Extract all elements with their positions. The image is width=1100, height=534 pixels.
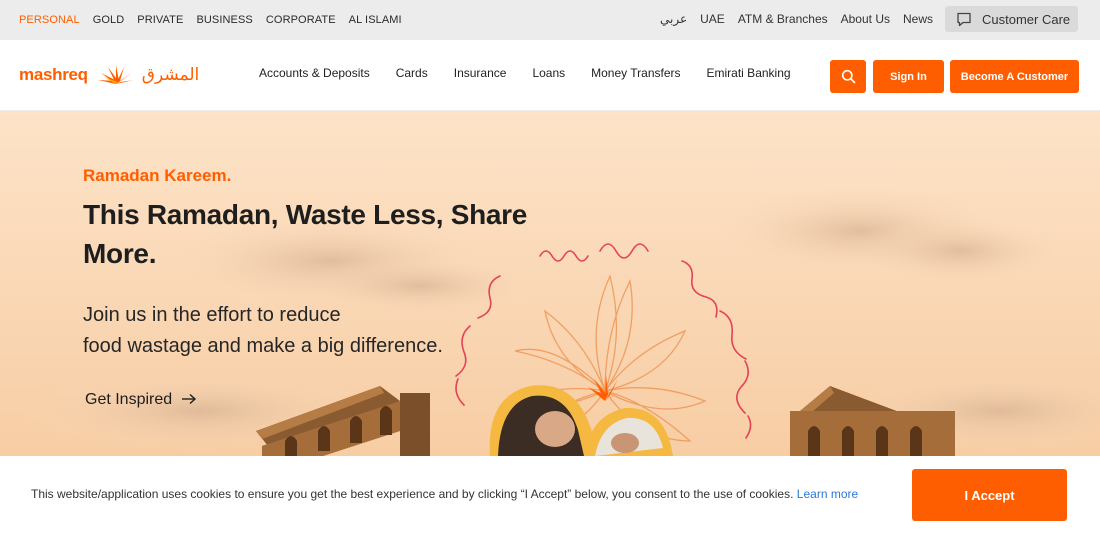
mashreq-logo[interactable]: mashreq المشرق (19, 64, 199, 86)
country-uae-link[interactable]: UAE (700, 12, 725, 26)
learn-more-link[interactable]: Learn more (797, 487, 858, 501)
logo-text-en: mashreq (19, 65, 88, 84)
nav-cards[interactable]: Cards (396, 66, 428, 80)
search-button[interactable] (830, 60, 866, 93)
atm-branches-link[interactable]: ATM & Branches (738, 12, 828, 26)
arrow-right-icon (181, 393, 196, 405)
get-inspired-label: Get Inspired (85, 391, 173, 408)
search-icon (841, 69, 855, 84)
cookie-message: This website/application uses cookies to… (31, 487, 858, 501)
hero-description-line-1: Join us in the effort to reduce (83, 304, 341, 326)
hero-eyebrow: Ramadan Kareem. (83, 166, 232, 185)
mashreq-sun-logo-icon (97, 65, 134, 84)
nav-insurance[interactable]: Insurance (454, 66, 507, 80)
segment-business[interactable]: BUSINESS (196, 14, 252, 26)
cookie-message-text: This website/application uses cookies to… (31, 487, 794, 501)
nav-money-transfers[interactable]: Money Transfers (591, 66, 680, 80)
customer-care-label: Customer Care (982, 11, 1071, 27)
sign-in-button[interactable]: Sign In (873, 60, 944, 93)
accept-cookies-button[interactable]: I Accept (912, 469, 1067, 521)
segment-al-islami[interactable]: AL ISLAMI (349, 14, 402, 26)
nav-emirati-banking[interactable]: Emirati Banking (707, 66, 791, 80)
hero-headline: This Ramadan, Waste Less, Share More. (83, 199, 528, 269)
segment-personal[interactable]: PERSONAL (19, 14, 80, 26)
news-link[interactable]: News (903, 12, 933, 26)
cookie-consent-banner: This website/application uses cookies to… (0, 456, 1100, 534)
utility-links: عربي UAE ATM & Branches About Us News Cu… (647, 6, 1078, 32)
about-us-link[interactable]: About Us (841, 12, 890, 26)
primary-nav: Accounts & Deposits Cards Insurance Loan… (259, 66, 817, 80)
hero-banner: Ramadan Kareem. This Ramadan, Waste Less… (0, 111, 1100, 456)
nav-accounts-deposits[interactable]: Accounts & Deposits (259, 66, 370, 80)
get-inspired-link[interactable]: Get Inspired (85, 391, 197, 409)
segment-corporate[interactable]: CORPORATE (266, 14, 336, 26)
top-utility-bar: PERSONAL GOLD PRIVATE BUSINESS CORPORATE… (0, 0, 1100, 40)
segment-gold[interactable]: GOLD (93, 14, 125, 26)
become-customer-button[interactable]: Become A Customer (950, 60, 1079, 93)
logo-text-ar: المشرق (141, 65, 200, 84)
language-arabic-link[interactable]: عربي (660, 12, 687, 26)
segment-private[interactable]: PRIVATE (137, 14, 183, 26)
chat-bubble-icon (957, 12, 971, 26)
segment-nav: PERSONAL GOLD PRIVATE BUSINESS CORPORATE… (19, 14, 415, 26)
customer-care-button[interactable]: Customer Care (945, 6, 1078, 32)
hero-description: Join us in the effort to reduce food was… (83, 300, 483, 362)
hero-description-line-2: food wastage and make a big difference. (83, 335, 443, 357)
nav-loans[interactable]: Loans (532, 66, 565, 80)
main-header: mashreq المشرق Accounts & Deposits Cards… (0, 40, 1100, 111)
